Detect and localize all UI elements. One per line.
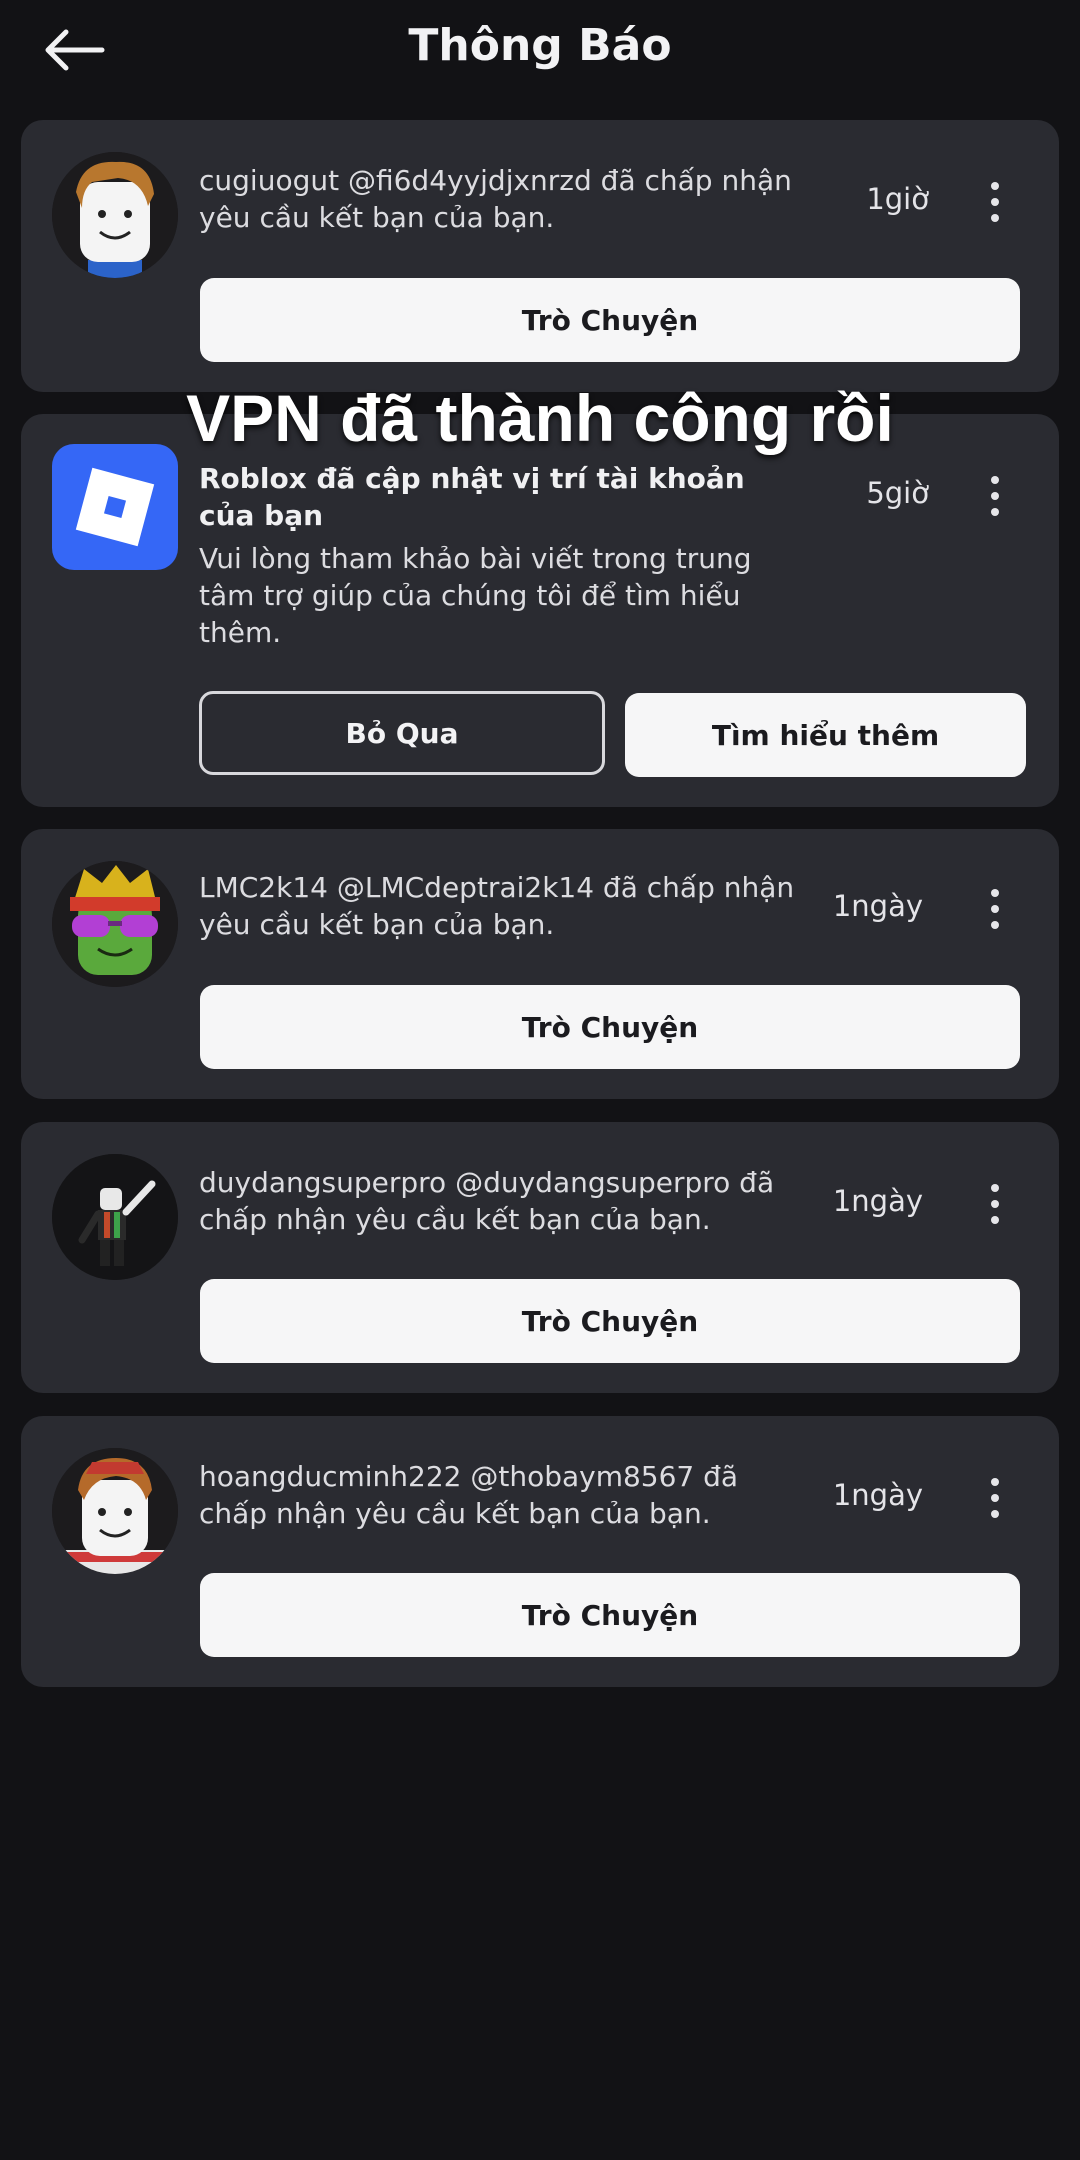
notification-text: Vui lòng tham khảo bài viết trong trung … (199, 542, 752, 649)
chat-button[interactable]: Trò Chuyện (200, 1573, 1020, 1657)
learn-more-button[interactable]: Tìm hiểu thêm (625, 693, 1026, 777)
notification-time: 5giờ (866, 476, 929, 510)
avatar[interactable] (52, 152, 178, 278)
avatar[interactable] (52, 861, 178, 987)
notification-card: cugiuogut @fi6d4yyjdjxnrzd đã chấp nhận … (21, 120, 1059, 392)
header: Thông Báo (0, 0, 1080, 100)
notification-time: 1ngày (832, 889, 923, 923)
more-options-button[interactable] (983, 887, 1007, 931)
notification-card: LMC2k14 @LMCdeptrai2k14 đã chấp nhận yêu… (21, 829, 1059, 1099)
notification-body: Roblox đã cập nhật vị trí tài khoản của … (199, 460, 799, 651)
more-options-button[interactable] (983, 1476, 1007, 1520)
chat-button[interactable]: Trò Chuyện (200, 278, 1020, 362)
more-options-button[interactable] (983, 474, 1007, 518)
notification-card: hoangducminh222 @thobaym8567 đã chấp nhậ… (21, 1416, 1059, 1687)
notification-title: Roblox đã cập nhật vị trí tài khoản của … (199, 462, 745, 532)
notification-card: duydangsuperpro @duydangsuperpro đã chấp… (21, 1122, 1059, 1393)
more-options-button[interactable] (983, 1182, 1007, 1226)
dismiss-button[interactable]: Bỏ Qua (199, 691, 605, 775)
avatar[interactable] (52, 1154, 178, 1280)
chat-button[interactable]: Trò Chuyện (200, 1279, 1020, 1363)
page-title: Thông Báo (408, 20, 672, 71)
notification-text: LMC2k14 @LMCdeptrai2k14 đã chấp nhận yêu… (199, 871, 795, 941)
notification-text: hoangducminh222 @thobaym8567 đã chấp nhậ… (199, 1460, 739, 1530)
notification-time: 1ngày (832, 1184, 923, 1218)
notification-card: Roblox đã cập nhật vị trí tài khoản của … (21, 414, 1059, 807)
notification-time: 1ngày (832, 1478, 923, 1512)
more-options-button[interactable] (983, 180, 1007, 224)
notification-time: 1giờ (866, 182, 929, 216)
avatar[interactable] (52, 1448, 178, 1574)
chat-button[interactable]: Trò Chuyện (200, 985, 1020, 1069)
roblox-logo-icon[interactable] (52, 444, 178, 570)
notification-text: cugiuogut @fi6d4yyjdjxnrzd đã chấp nhận … (199, 164, 792, 234)
notification-text: duydangsuperpro @duydangsuperpro đã chấp… (199, 1166, 775, 1236)
